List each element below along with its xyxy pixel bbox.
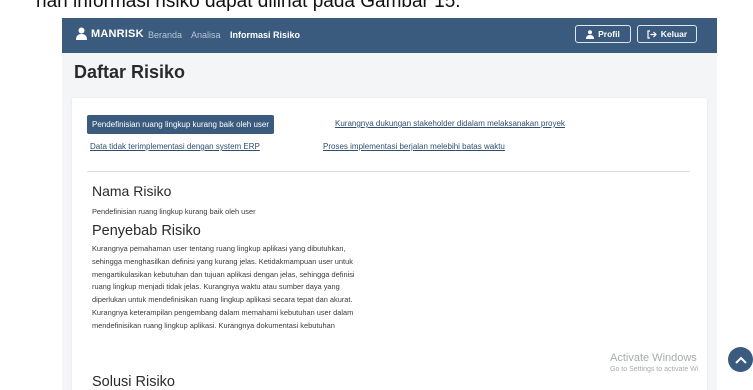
cause-line: Kurangnya keterampilan pengembang dalam …: [92, 307, 354, 317]
brand-name: MANRISK: [91, 28, 144, 40]
page-title: Daftar Risiko: [74, 62, 186, 82]
profile-button-label: Profil: [598, 29, 620, 39]
logout-button-label: Keluar: [660, 29, 688, 39]
risk-tab-active[interactable]: Pendefinisian ruang lingkup kurang baik …: [87, 115, 275, 134]
risk-cause-heading: Penyebab Risiko: [92, 223, 201, 239]
document-caption-text: han informasi risiko dapat dilihat pada …: [36, 0, 461, 12]
brand-user-icon: [76, 27, 87, 40]
logout-icon: [647, 29, 657, 39]
watermark-title: Activate Windows: [610, 352, 697, 364]
brand[interactable]: MANRISK: [76, 27, 144, 40]
app-window: MANRISK Beranda Analisa Informasi Risiko…: [62, 18, 717, 390]
nav-link-analisa[interactable]: Analisa: [191, 30, 221, 40]
user-icon: [586, 29, 595, 39]
cause-line: mengartikulasikan kebutuhan dan tujuan a…: [92, 269, 355, 279]
scroll-to-top-button[interactable]: [728, 347, 753, 372]
risk-card: Pendefinisian ruang lingkup kurang baik …: [72, 98, 707, 390]
document-caption: han informasi risiko dapat dilihat pada …: [0, 0, 753, 18]
chevron-up-icon: [734, 356, 747, 364]
cause-line: mendefinisikan ruang lingkup aplikasi. K…: [92, 320, 335, 330]
cause-line: sehingga menghasilkan definisi yang kura…: [92, 256, 353, 266]
watermark-subtitle: Go to Settings to activate Wi: [610, 366, 699, 373]
document-margin-left: [0, 18, 62, 390]
profile-button[interactable]: Profil: [575, 25, 631, 43]
nav-link-beranda[interactable]: Beranda: [148, 30, 182, 40]
cause-line: diperlukan untuk mendefinisikan ruang li…: [92, 295, 353, 305]
risk-name-heading: Nama Risiko: [92, 183, 172, 199]
risk-tab-link[interactable]: Data tidak terimplementasi dengan system…: [90, 142, 260, 151]
cause-line: ruang lingkup menjadi tidak jelas. Kuran…: [92, 282, 340, 292]
document-margin-right: [717, 18, 753, 390]
cause-line: Kurangnya pemahaman user tentang ruang l…: [92, 244, 346, 253]
divider: [87, 171, 690, 172]
logout-button[interactable]: Keluar: [637, 25, 697, 43]
activate-windows-watermark: Activate Windows Go to Settings to activ…: [610, 352, 698, 373]
nav-link-informasi-risiko[interactable]: Informasi Risiko: [230, 30, 300, 40]
navbar: MANRISK Beranda Analisa Informasi Risiko…: [62, 18, 717, 53]
risk-cause-text: Kurangnya pemahaman user tentang ruang l…: [92, 243, 492, 333]
risk-tab-link[interactable]: Kurangnya dukungan stakeholder didalam m…: [335, 119, 565, 128]
risk-solution-heading: Solusi Risiko: [92, 374, 175, 390]
risk-tab-link[interactable]: Proses implementasi berjalan melebihi ba…: [323, 142, 505, 151]
risk-name-value: Pendefinisian ruang lingkup kurang baik …: [92, 207, 256, 216]
